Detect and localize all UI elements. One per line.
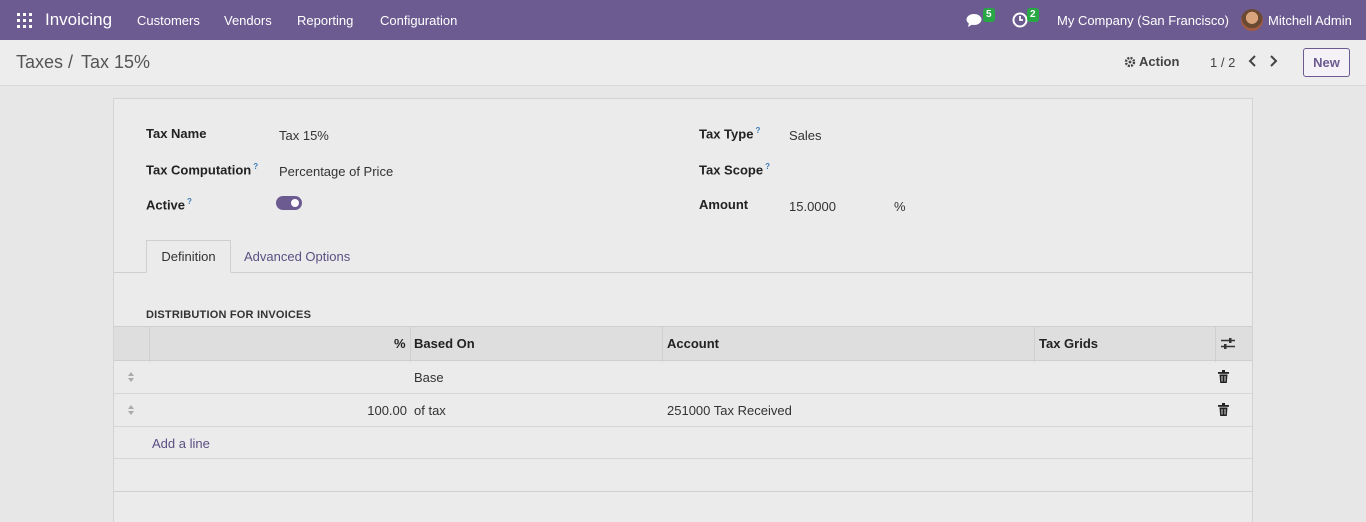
menu-configuration[interactable]: Configuration (380, 13, 457, 28)
control-panel: Taxes / Tax 15% Action 1 / 2 New (0, 40, 1366, 86)
action-label: Action (1139, 54, 1180, 69)
tab-advanced-options[interactable]: Advanced Options (244, 249, 350, 264)
column-divider (1034, 327, 1035, 362)
help-icon[interactable]: ? (755, 126, 760, 135)
action-button[interactable]: Action (1124, 54, 1179, 69)
user-menu[interactable]: Mitchell Admin (1268, 13, 1352, 28)
add-line-row (114, 427, 1252, 459)
tax-computation-label: Tax Computation? (146, 162, 259, 178)
pager-value[interactable]: 1 / 2 (1210, 55, 1235, 70)
column-percent[interactable]: % (394, 336, 406, 351)
column-divider (149, 327, 150, 362)
active-toggle[interactable] (276, 196, 302, 210)
distribution-title: DISTRIBUTION FOR INVOICES (146, 309, 312, 321)
amount-unit: % (894, 199, 906, 214)
drag-handle-icon[interactable] (127, 404, 135, 416)
column-tax-grids[interactable]: Tax Grids (1039, 336, 1098, 351)
gear-icon (1124, 56, 1136, 67)
table-row[interactable]: Base (114, 361, 1252, 394)
tax-name-label: Tax Name (146, 126, 207, 141)
column-account[interactable]: Account (667, 336, 719, 351)
app-name[interactable]: Invoicing (45, 10, 112, 30)
breadcrumb-separator: / (68, 52, 74, 72)
tabs-divider (114, 272, 1252, 273)
section-divider (114, 491, 1252, 492)
messages-icon[interactable] (966, 13, 984, 31)
column-divider (410, 327, 411, 362)
user-avatar[interactable] (1241, 9, 1263, 31)
pager-next-icon[interactable] (1269, 54, 1279, 71)
pager-previous-icon[interactable] (1247, 54, 1257, 71)
delete-row-icon[interactable] (1218, 403, 1229, 419)
activities-badge: 2 (1027, 8, 1039, 22)
optional-columns-icon[interactable] (1221, 337, 1235, 353)
menu-vendors[interactable]: Vendors (224, 13, 272, 28)
apps-menu-icon[interactable] (17, 13, 32, 28)
messages-badge: 5 (983, 8, 995, 22)
row-percent[interactable]: 100.00 (367, 403, 407, 418)
row-based-on[interactable]: of tax (414, 403, 446, 418)
active-label: Active? (146, 197, 192, 213)
amount-label: Amount (699, 197, 749, 212)
help-icon[interactable]: ? (187, 197, 192, 206)
column-divider (1215, 327, 1216, 362)
column-divider (662, 327, 663, 362)
help-icon[interactable]: ? (253, 162, 258, 171)
tab-definition[interactable]: Definition (146, 240, 231, 273)
drag-handle-icon[interactable] (127, 371, 135, 383)
tax-name-field[interactable]: Tax 15% (279, 128, 329, 143)
tax-scope-label: Tax Scope? (699, 162, 770, 178)
breadcrumb-taxes[interactable]: Taxes (16, 52, 63, 73)
column-based-on[interactable]: Based On (414, 336, 475, 351)
tax-computation-select[interactable]: Percentage of Price (279, 164, 393, 179)
row-based-on[interactable]: Base (414, 370, 444, 385)
table-row[interactable]: 100.00 of tax 251000 Tax Received (114, 394, 1252, 427)
help-icon[interactable]: ? (765, 162, 770, 171)
distribution-table-header: % Based On Account Tax Grids (114, 326, 1252, 362)
tax-type-label: Tax Type? (699, 126, 761, 142)
company-switcher[interactable]: My Company (San Francisco) (1057, 13, 1229, 28)
activities-icon[interactable] (1012, 12, 1028, 31)
new-button[interactable]: New (1303, 48, 1350, 77)
top-navbar: Invoicing Customers Vendors Reporting Co… (0, 0, 1366, 40)
tax-type-select[interactable]: Sales (789, 128, 822, 143)
form-sheet: Tax Name Tax 15% Tax Computation? Percen… (113, 98, 1253, 522)
tax-scope-select[interactable] (789, 164, 989, 180)
amount-field[interactable]: 15.0000 (789, 199, 836, 214)
breadcrumb-current: Tax 15% (81, 52, 151, 72)
menu-reporting[interactable]: Reporting (297, 13, 353, 28)
menu-customers[interactable]: Customers (137, 13, 200, 28)
row-account[interactable]: 251000 Tax Received (667, 403, 792, 418)
delete-row-icon[interactable] (1218, 370, 1229, 386)
